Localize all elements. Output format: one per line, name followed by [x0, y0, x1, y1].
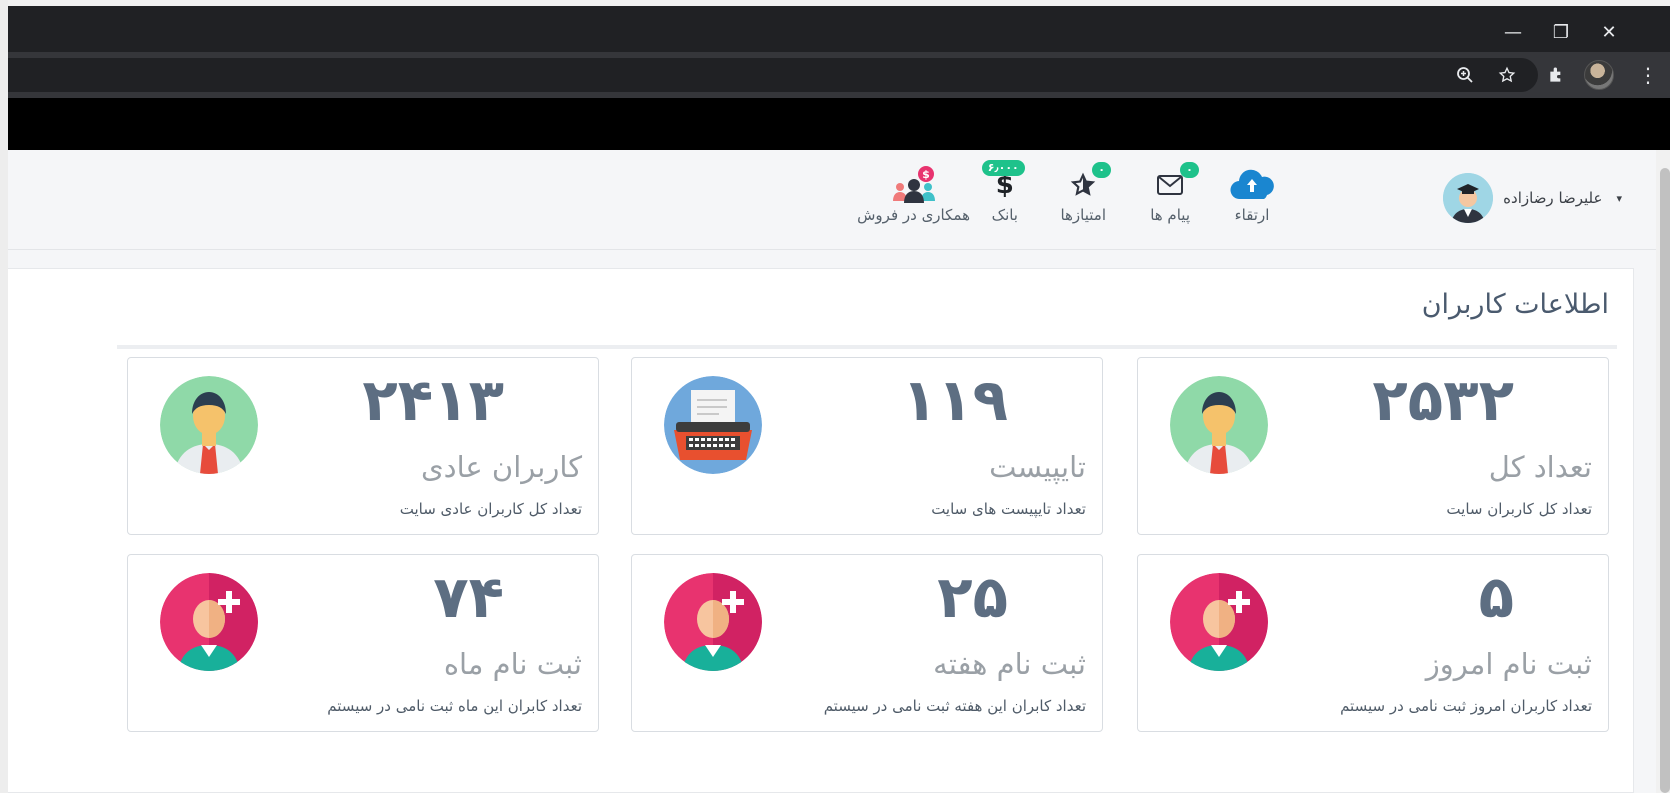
page: ▾ علیرضا رضازاده ارتقاء ۰ پیام ها ۰ امتی…: [8, 150, 1670, 793]
points-badge: ۰: [1092, 162, 1111, 178]
black-banner: [8, 98, 1670, 150]
stat-title: ثبت نام امروز: [1425, 647, 1592, 681]
panel-title: اطلاعات کاربران: [1421, 289, 1609, 320]
stat-description: تعداد کابران این ماه ثبت نامی در سیستم: [327, 697, 582, 715]
scrollbar[interactable]: [1660, 168, 1670, 793]
stat-card-today-signups: ۵ ثبت نام امروز تعداد کاربران امروز ثبت …: [1137, 554, 1609, 732]
add-user-icon: [664, 573, 762, 671]
typewriter-icon: [664, 376, 762, 474]
address-bar[interactable]: [8, 58, 1538, 92]
stat-description: تعداد کاربران امروز ثبت نامی در سیستم: [1340, 697, 1592, 715]
nav-upgrade[interactable]: ارتقاء: [1228, 168, 1276, 224]
add-user-icon: [160, 573, 258, 671]
minimize-button[interactable]: —: [1490, 12, 1536, 52]
stat-description: تعداد کل کاربران سایت: [1446, 500, 1592, 518]
cloud-upload-icon: [1228, 168, 1276, 202]
stat-number: ۲۵۳۲: [1372, 366, 1514, 434]
stat-description: تعداد تایپیست های سایت: [931, 500, 1086, 518]
bank-badge: ۶٫۰۰۰: [981, 160, 1025, 176]
stat-title: کاربران عادی: [420, 450, 582, 484]
stat-card-typists: ۱۱۹ تایپیست تعداد تایپیست های سایت: [631, 357, 1103, 535]
user-menu[interactable]: ▾ علیرضا رضازاده: [1443, 170, 1622, 226]
extensions-icon[interactable]: [1544, 62, 1570, 88]
nav-label-bank: بانک: [991, 206, 1018, 224]
star-award-icon: ۰: [1070, 162, 1111, 202]
dollar-icon: $ ۶٫۰۰۰: [981, 160, 1025, 202]
stat-title: تایپیست: [989, 450, 1086, 484]
stat-card-regular-users: ۲۴۱۳ کاربران عادی تعداد کل کاربران عادی …: [127, 357, 599, 535]
nav-points[interactable]: ۰ امتیازها: [1060, 162, 1111, 224]
stat-card-week-signups: ۲۵ ثبت نام هفته تعداد کابران این هفته ثب…: [631, 554, 1103, 732]
nav-label-messages: پیام ها: [1150, 206, 1190, 224]
nav-affiliate-sales[interactable]: $ همکاری در فروش: [857, 166, 970, 224]
stat-title: ثبت نام هفته: [933, 647, 1086, 681]
bookmark-star-icon[interactable]: [1490, 58, 1524, 92]
stat-card-total-users: ۲۵۳۲ تعداد کل تعداد کل کاربران سایت: [1137, 357, 1609, 535]
user-name: علیرضا رضازاده: [1503, 189, 1603, 207]
nav-label-points: امتیازها: [1060, 206, 1106, 224]
stat-number: ۷۴: [433, 563, 504, 631]
stat-description: تعداد کل کاربران عادی سایت: [399, 500, 582, 518]
profile-avatar[interactable]: [1584, 60, 1614, 90]
user-icon: [1170, 376, 1268, 474]
browser-toolbar: ⋮: [8, 52, 1670, 98]
nav-label-affiliate-sales: همکاری در فروش: [857, 206, 970, 224]
browser-titlebar: — ❐ ✕: [8, 6, 1670, 52]
stat-number: ۲۵: [937, 563, 1008, 631]
chevron-down-icon: ▾: [1616, 191, 1622, 205]
messages-badge: ۰: [1180, 162, 1199, 178]
add-user-icon: [1170, 573, 1268, 671]
stat-title: تعداد کل: [1488, 450, 1592, 484]
nav-label-upgrade: ارتقاء: [1234, 206, 1270, 224]
stat-title: ثبت نام ماه: [443, 647, 582, 681]
restore-button[interactable]: ❐: [1538, 12, 1584, 52]
top-nav: ▾ علیرضا رضازاده ارتقاء ۰ پیام ها ۰ امتی…: [8, 150, 1656, 250]
user-icon: [160, 376, 258, 474]
users-info-panel: اطلاعات کاربران ۲۵۳۲ تعداد کل تعداد کل ک…: [8, 268, 1634, 793]
panel-divider: [117, 345, 1617, 349]
stat-number: ۲۴۱۳: [362, 366, 504, 434]
nav-bank[interactable]: $ ۶٫۰۰۰ بانک: [981, 160, 1025, 224]
stat-description: تعداد کابران این هفته ثبت نامی در سیستم: [823, 697, 1086, 715]
close-button[interactable]: ✕: [1586, 12, 1632, 52]
user-avatar: [1443, 173, 1494, 223]
zoom-icon[interactable]: [1448, 58, 1482, 92]
affiliate-people-icon: $: [888, 166, 940, 203]
stat-number: ۵: [1478, 563, 1514, 631]
stat-number: ۱۱۹: [901, 366, 1008, 434]
menu-icon[interactable]: ⋮: [1636, 60, 1660, 90]
stat-card-month-signups: ۷۴ ثبت نام ماه تعداد کابران این ماه ثبت …: [127, 554, 599, 732]
window-left-edge: [0, 0, 8, 793]
envelope-icon: ۰: [1156, 162, 1199, 202]
nav-messages[interactable]: ۰ پیام ها: [1150, 162, 1199, 224]
svg-text:$: $: [922, 168, 930, 181]
